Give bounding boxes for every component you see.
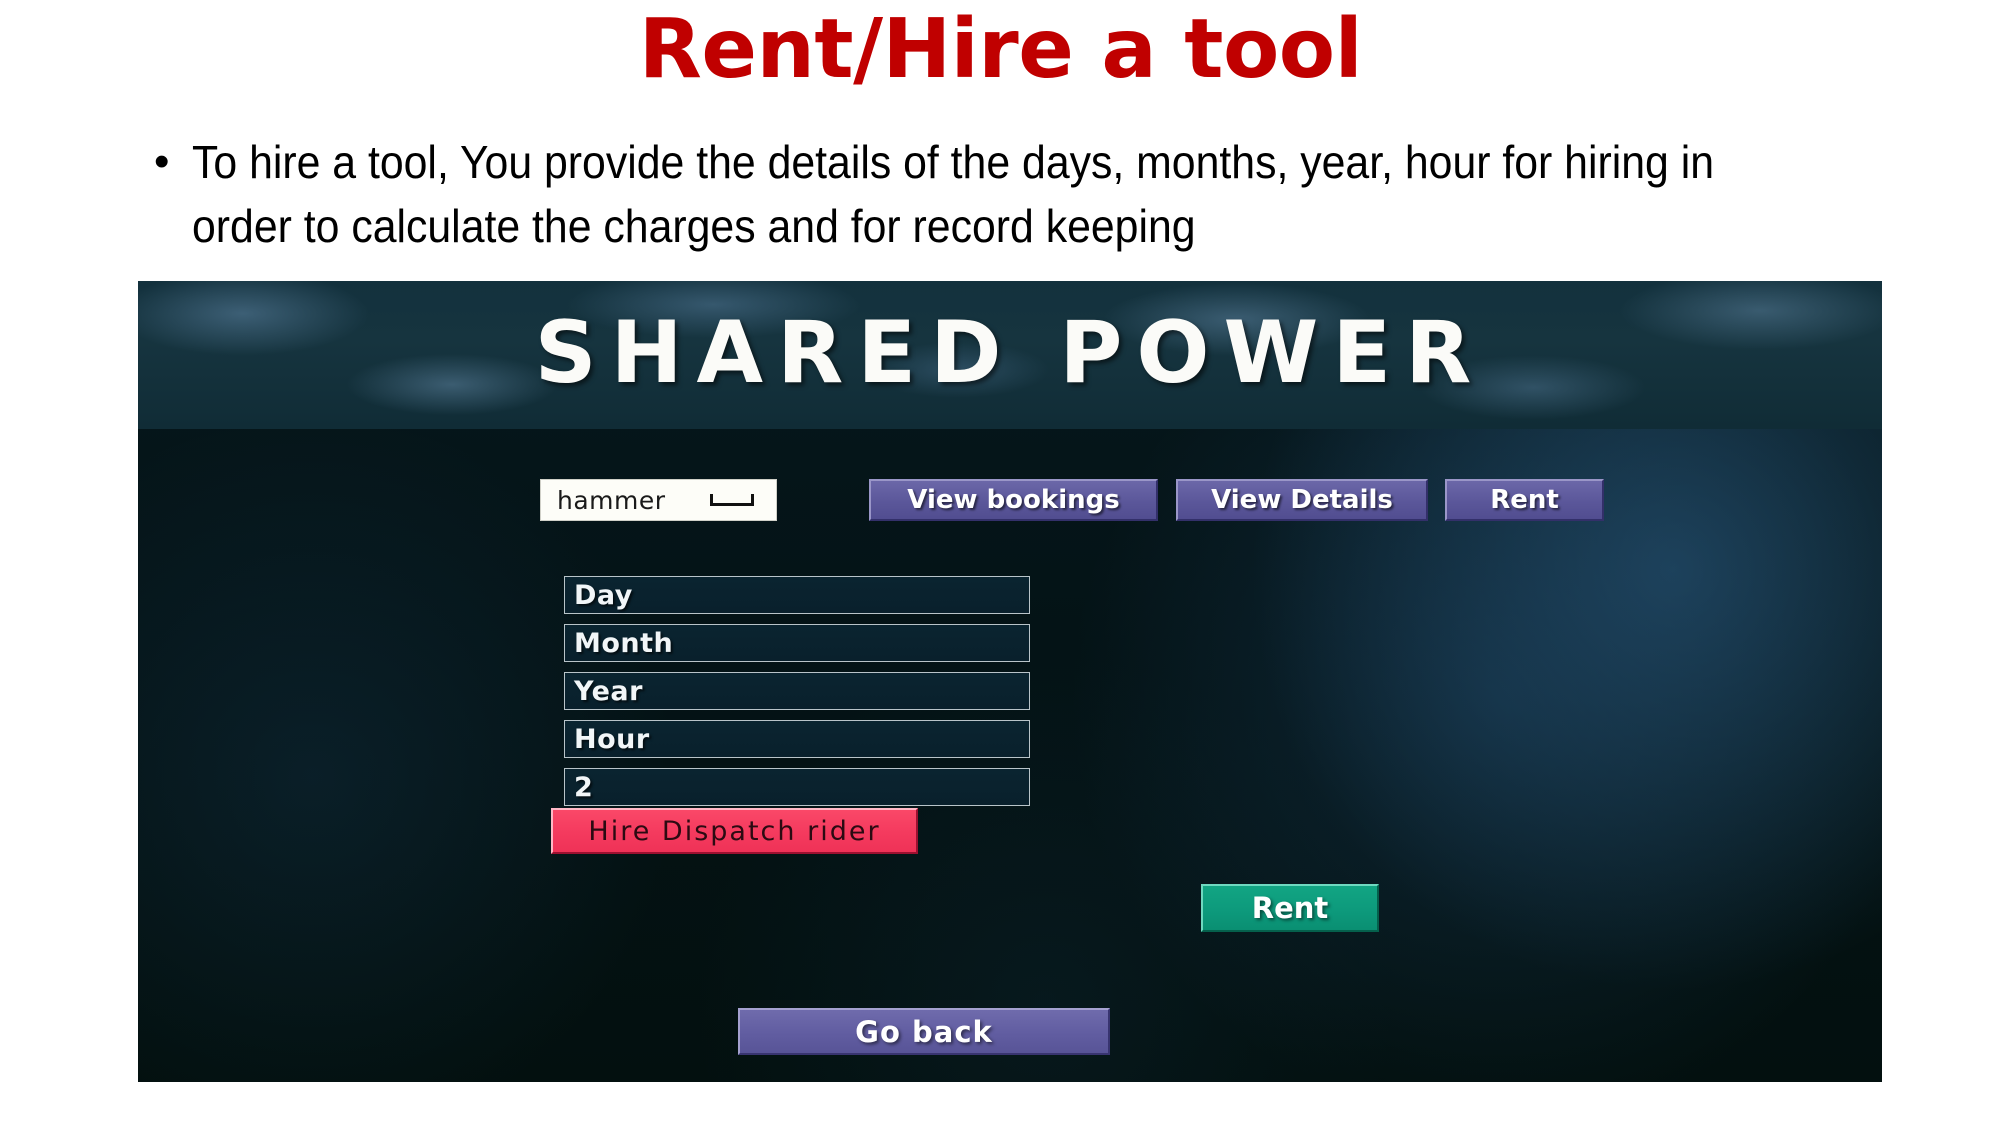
dropdown-bar-icon — [710, 494, 754, 506]
hire-dispatch-rider-button[interactable]: Hire Dispatch rider — [551, 808, 918, 854]
bullet-marker-icon: • — [154, 137, 170, 186]
tool-select[interactable]: hammer — [540, 479, 777, 521]
month-field[interactable]: Month — [564, 624, 1030, 662]
go-back-button[interactable]: Go back — [738, 1008, 1110, 1055]
quantity-field[interactable]: 2 — [564, 768, 1030, 806]
rent-top-button[interactable]: Rent — [1445, 479, 1604, 521]
year-field[interactable]: Year — [564, 672, 1030, 710]
year-field-value: Year — [574, 675, 643, 707]
app-header-banner: SHARED POWER — [138, 281, 1882, 429]
app-logo-title: SHARED POWER — [534, 303, 1486, 403]
tool-select-value: hammer — [557, 485, 666, 515]
month-field-value: Month — [574, 627, 674, 659]
app-toolbar: hammer View bookings View Details Rent — [138, 479, 1882, 525]
hour-field-value: Hour — [574, 723, 650, 755]
embedded-app-screenshot: SHARED POWER hammer View bookings View D… — [138, 281, 1882, 1082]
booking-form: Day Month Year Hour 2 — [564, 576, 1030, 816]
bullet-item-text: To hire a tool, You provide the details … — [192, 136, 1715, 252]
page-title: Rent/Hire a tool — [638, 2, 1363, 97]
day-field[interactable]: Day — [564, 576, 1030, 614]
hour-field[interactable]: Hour — [564, 720, 1030, 758]
day-field-value: Day — [574, 579, 633, 611]
view-bookings-button[interactable]: View bookings — [869, 479, 1158, 521]
bullet-list: • To hire a tool, You provide the detail… — [150, 130, 1870, 258]
view-details-button[interactable]: View Details — [1176, 479, 1428, 521]
quantity-field-value: 2 — [574, 771, 594, 803]
rent-submit-button[interactable]: Rent — [1201, 884, 1379, 932]
